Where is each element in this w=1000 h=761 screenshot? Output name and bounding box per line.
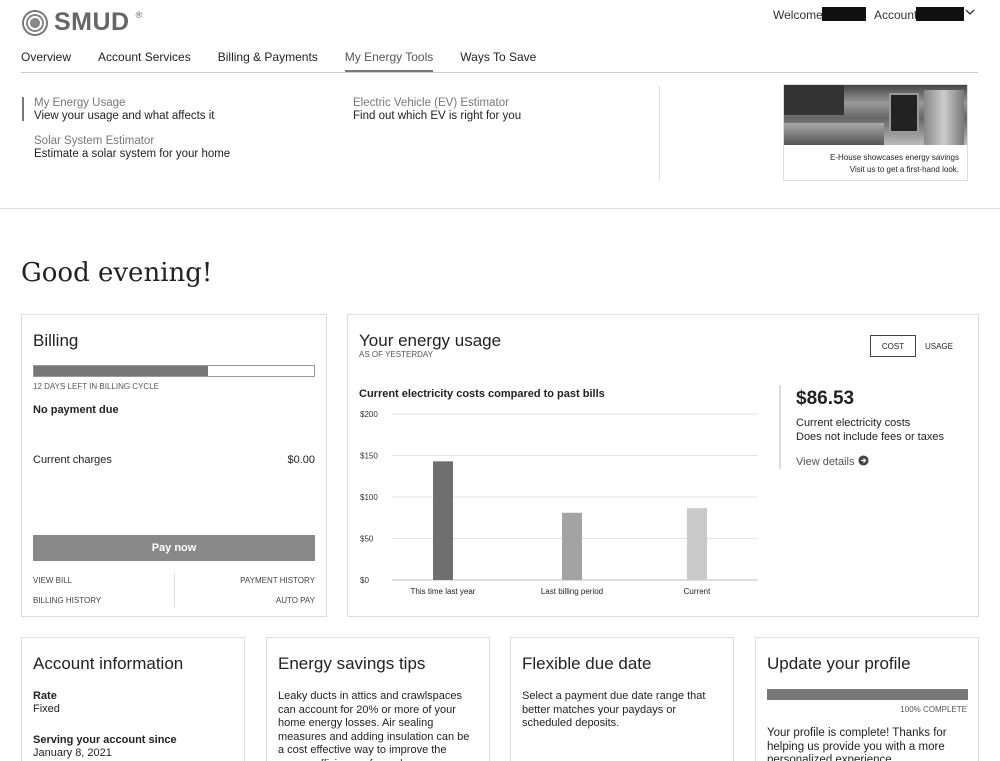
flexible-due-date-text: Select a payment due date range that bet…	[522, 690, 706, 729]
profile-text: Your profile is complete! Thanks for hel…	[767, 727, 947, 761]
y-tick-label: $50	[360, 535, 374, 544]
payment-history-link[interactable]: PAYMENT HISTORY	[240, 576, 315, 585]
nav-overview[interactable]: Overview	[21, 50, 71, 72]
days-left-label: 12 DAYS LEFT IN BILLING CYCLE	[33, 382, 159, 391]
cost-desc-line1: Current electricity costs	[796, 417, 911, 429]
menu-solar-estimator-desc: Estimate a solar system for your home	[34, 148, 231, 160]
profile-progress	[767, 689, 968, 700]
menu-ev-estimator[interactable]: Electric Vehicle (EV) Estimator	[353, 97, 509, 109]
current-cost-description: Current electricity costs Does not inclu…	[796, 416, 944, 444]
cost-desc-line2: Does not include fees or taxes	[796, 431, 944, 443]
menu-ev-estimator-desc: Find out which EV is right for you	[353, 110, 522, 122]
cost-usage-toggle: COST USAGE	[870, 335, 962, 357]
rate-value: Fixed	[33, 703, 60, 715]
profile-complete-label: 100% COMPLETE	[900, 705, 967, 714]
account-menu-label[interactable]: Account	[874, 8, 917, 22]
chart-title: Current electricity costs compared to pa…	[359, 388, 605, 400]
smud-logo-icon	[22, 9, 48, 36]
promo-caption: E-House showcases energy savings Visit u…	[830, 153, 959, 174]
serving-since-value: January 8, 2021	[33, 747, 112, 759]
x-category-label: This time last year	[411, 587, 476, 596]
energy-tips-text: Leaky ducts in attics and crawlspaces ca…	[278, 690, 470, 761]
flexible-due-date-title: Flexible due date	[522, 654, 652, 673]
profile-progress-fill	[767, 689, 968, 700]
flexible-due-date-card: Flexible due date Select a payment due d…	[510, 637, 734, 761]
account-info-title: Account information	[33, 654, 184, 673]
view-details-label: View details	[796, 456, 855, 468]
section-divider	[0, 208, 1000, 209]
toggle-usage[interactable]: USAGE	[916, 335, 962, 357]
billing-cycle-progress	[33, 365, 315, 377]
nav-ways-to-save[interactable]: Ways To Save	[460, 50, 536, 72]
x-category-label: Last billing period	[541, 587, 603, 596]
billing-history-link[interactable]: BILLING HISTORY	[33, 596, 101, 605]
arrow-circle-right-icon	[858, 455, 869, 466]
view-bill-link[interactable]: VIEW BILL	[33, 576, 72, 585]
update-profile-card: Update your profile 100% COMPLETE Your p…	[755, 637, 979, 761]
bar	[433, 461, 453, 580]
view-details-link[interactable]: View details	[796, 455, 869, 468]
redacted-account-number[interactable]	[916, 7, 964, 21]
y-tick-label: $150	[360, 452, 378, 461]
billing-card: Billing 12 DAYS LEFT IN BILLING CYCLE No…	[21, 314, 327, 617]
x-category-label: Current	[684, 587, 711, 596]
update-profile-title: Update your profile	[767, 654, 911, 673]
account-info-card: Account information Rate Fixed Serving y…	[21, 637, 245, 761]
smud-logo[interactable]: SMUD ®	[22, 8, 142, 37]
menu-my-energy-usage[interactable]: My Energy Usage	[34, 97, 125, 109]
toggle-cost[interactable]: COST	[870, 335, 916, 357]
nav-divider	[21, 72, 978, 73]
logo-registered-mark: ®	[135, 10, 143, 20]
serving-since-label: Serving your account since	[33, 734, 177, 746]
rate-label: Rate	[33, 690, 57, 702]
y-tick-label: $200	[360, 410, 378, 419]
current-charges-value: $0.00	[287, 454, 315, 466]
energy-usage-subtitle: AS OF YESTERDAY	[359, 350, 433, 359]
menu-divider	[659, 86, 660, 181]
menu-solar-estimator[interactable]: Solar System Estimator	[34, 135, 154, 147]
current-cost-value: $86.53	[796, 388, 855, 409]
bar	[562, 512, 582, 580]
bar	[687, 508, 707, 580]
main-nav: Overview Account Services Billing & Paym…	[21, 50, 563, 72]
nav-my-energy-tools[interactable]: My Energy Tools	[344, 50, 434, 72]
current-charges-label: Current charges	[33, 454, 112, 466]
ehouse-promo[interactable]: E-House showcases energy savings Visit u…	[783, 84, 968, 181]
menu-active-indicator	[22, 97, 24, 121]
greeting-heading: Good evening!	[21, 258, 213, 288]
auto-pay-link[interactable]: AUTO PAY	[276, 596, 315, 605]
energy-tips-title: Energy savings tips	[278, 654, 426, 673]
billing-title: Billing	[33, 331, 79, 350]
y-tick-label: $100	[360, 493, 378, 502]
nav-account-services[interactable]: Account Services	[98, 50, 191, 72]
cost-comparison-chart: $0 $50 $100 $150 $200 This time last year Last…	[360, 410, 758, 596]
energy-usage-card: Your energy usage AS OF YESTERDAY COST U…	[347, 314, 979, 617]
billing-links-divider	[174, 573, 175, 607]
nav-billing-payments[interactable]: Billing & Payments	[218, 50, 318, 72]
y-tick-label: $0	[360, 576, 369, 585]
energy-tips-card: Energy savings tips Leaky ducts in attic…	[266, 637, 490, 761]
logo-text: SMUD	[54, 8, 130, 36]
chevron-down-icon[interactable]	[964, 6, 976, 21]
cost-panel-divider	[779, 385, 781, 469]
payment-status: No payment due	[33, 404, 119, 416]
redacted-username	[822, 7, 866, 21]
kitchen-photo	[784, 85, 967, 145]
menu-my-energy-usage-desc: View your usage and what affects it	[34, 110, 215, 122]
billing-cycle-progress-fill	[34, 366, 208, 376]
pay-now-button[interactable]: Pay now	[33, 535, 315, 561]
welcome-label: Welcome,	[773, 8, 827, 22]
energy-usage-title: Your energy usage	[359, 331, 502, 350]
